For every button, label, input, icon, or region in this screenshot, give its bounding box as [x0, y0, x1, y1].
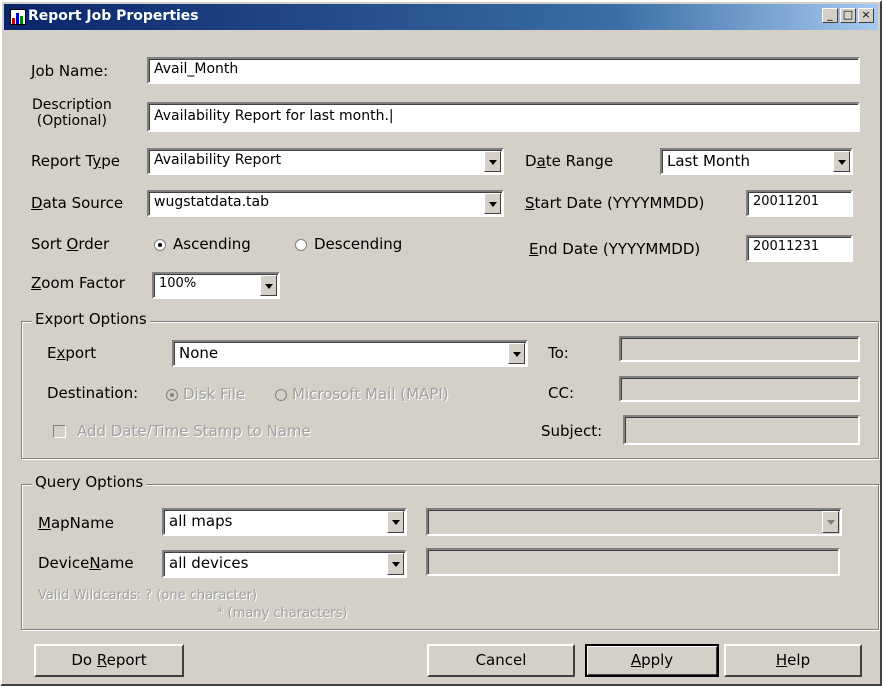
end-date-label: End Date (YYYYMMDD) [529, 240, 701, 258]
data-source-label: Data Source [31, 194, 124, 212]
cc-input[interactable] [619, 376, 860, 402]
chevron-down-icon[interactable] [833, 151, 850, 172]
mapname-label: MapName [38, 514, 114, 532]
devicename-label: DeviceName [38, 554, 134, 572]
chart-app-icon [10, 9, 26, 25]
chevron-down-icon[interactable] [387, 511, 404, 533]
sort-order-label: Sort Order [31, 235, 110, 253]
job-name-label: Job Name: [31, 62, 109, 80]
date-range-label: Date Range [525, 152, 614, 170]
destination-label: Destination: [47, 384, 139, 402]
report-job-properties-dialog: Report Job Properties _ □ × Job Name: Av… [0, 0, 882, 686]
query-options-title: Query Options [32, 473, 147, 491]
devicename-select[interactable]: all devices [162, 550, 407, 578]
zoom-factor-label: Zoom Factor [31, 274, 125, 292]
export-select[interactable]: None [172, 340, 528, 367]
start-date-label: Start Date (YYYYMMDD) [525, 194, 705, 212]
report-type-select[interactable]: Availability Report [147, 148, 504, 175]
mapi-label[interactable]: Microsoft Mail (MAPI) [292, 385, 449, 403]
mapname-value: all maps [169, 512, 233, 530]
devicename-value: all devices [169, 554, 249, 572]
title-bar: Report Job Properties _ □ × [4, 4, 878, 30]
report-type-value: Availability Report [154, 152, 282, 168]
export-value: None [179, 344, 219, 362]
subject-label: Subject: [541, 422, 603, 440]
export-label: Export [47, 344, 97, 362]
window-title: Report Job Properties [28, 8, 199, 24]
description-label: Description (Optional) [32, 97, 112, 129]
subject-input[interactable] [623, 415, 860, 445]
sort-descending-label[interactable]: Descending [314, 235, 402, 253]
chevron-down-icon[interactable] [387, 553, 404, 575]
map-filter-select[interactable] [426, 508, 842, 536]
date-range-select[interactable]: Last Month [660, 148, 853, 175]
sort-descending-radio[interactable] [295, 239, 307, 251]
timestamp-checkbox[interactable] [53, 425, 66, 438]
wildcards-line-2: * (many characters) [217, 606, 348, 621]
device-filter-input[interactable] [426, 548, 840, 576]
zoom-factor-value: 100% [159, 276, 197, 291]
cc-label: CC: [548, 384, 575, 402]
chevron-down-icon[interactable] [484, 151, 501, 172]
timestamp-label[interactable]: Add Date/Time Stamp to Name [77, 422, 311, 440]
disk-file-label[interactable]: Disk File [183, 385, 245, 403]
disk-file-radio[interactable] [166, 389, 178, 401]
sort-ascending-radio[interactable] [154, 239, 166, 251]
wildcards-line-1: Valid Wildcards: ? (one character) [38, 588, 258, 603]
chevron-down-icon[interactable] [260, 275, 277, 296]
chevron-down-icon[interactable] [484, 193, 501, 214]
data-source-value: wugstatdata.tab [154, 194, 270, 210]
to-input[interactable] [619, 336, 860, 362]
help-button[interactable]: Help [724, 644, 862, 677]
chevron-down-icon[interactable] [508, 343, 525, 364]
close-button[interactable]: × [858, 8, 874, 23]
do-report-button[interactable]: Do Report [34, 644, 184, 677]
date-range-value: Last Month [667, 152, 751, 170]
minimize-button[interactable]: _ [822, 8, 838, 23]
zoom-factor-select[interactable]: 100% [152, 272, 280, 299]
export-options-title: Export Options [32, 310, 150, 328]
mapi-radio[interactable] [275, 389, 287, 401]
data-source-select[interactable]: wugstatdata.tab [147, 190, 504, 217]
to-label: To: [548, 344, 569, 362]
job-name-input[interactable]: Avail_Month [147, 57, 860, 84]
chevron-down-icon[interactable] [822, 511, 839, 533]
cancel-button[interactable]: Cancel [427, 644, 575, 677]
description-input[interactable]: Availability Report for last month.| [147, 102, 860, 132]
mapname-select[interactable]: all maps [162, 508, 407, 536]
report-type-label: Report Type [31, 152, 120, 170]
maximize-button[interactable]: □ [840, 8, 856, 23]
end-date-input[interactable]: 20011231 [746, 235, 853, 262]
apply-button[interactable]: Apply [585, 644, 719, 677]
start-date-input[interactable]: 20011201 [746, 190, 853, 217]
sort-ascending-label[interactable]: Ascending [173, 235, 251, 253]
